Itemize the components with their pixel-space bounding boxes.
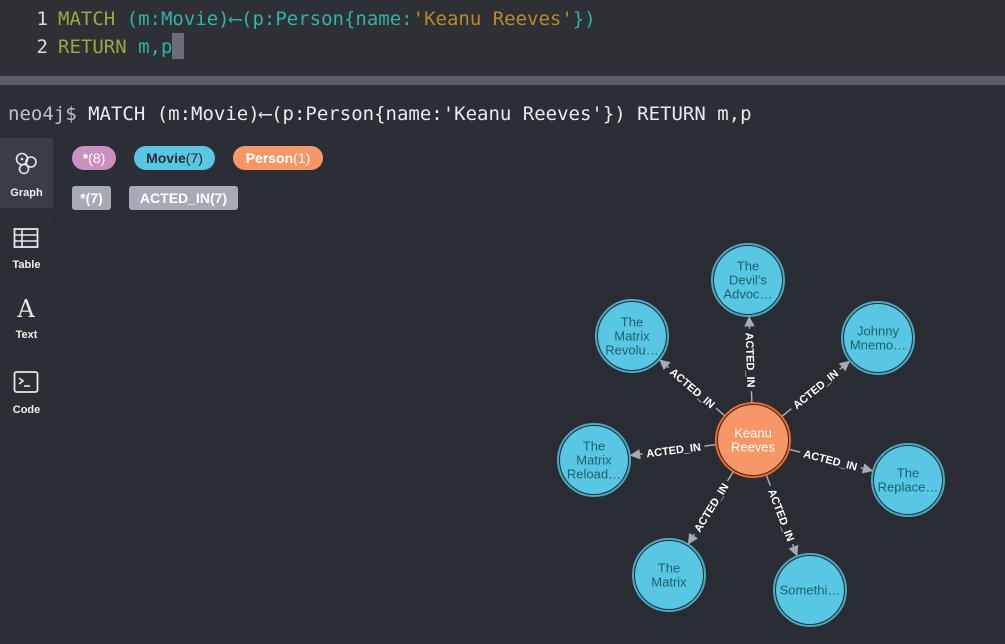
graph-visualization[interactable]: ACTED_INACTED_INACTED_INACTED_INACTED_IN…: [53, 218, 1005, 644]
legend-name: Movie: [146, 150, 186, 166]
relationship-label: ACTED_IN: [692, 481, 731, 534]
relationship-acted-in[interactable]: ACTED_IN: [781, 360, 851, 418]
relationship-arrow: [860, 463, 874, 474]
result-legend: *(8) Movie(7) Person(1) *(7) ACTED_IN(7): [53, 138, 1005, 218]
code-string: 'Keanu Reeves': [412, 8, 573, 30]
relationship-acted-in[interactable]: ACTED_IN: [788, 448, 874, 474]
graph-icon: [15, 152, 37, 175]
legend-name: Person: [245, 150, 294, 166]
prompt: neo4j$: [8, 103, 77, 125]
legend-count: (7): [85, 190, 103, 206]
relationship-acted-in[interactable]: ACTED_IN: [629, 442, 717, 461]
node-label-person[interactable]: Person(1): [233, 146, 323, 170]
command-line[interactable]: neo4j$ MATCH (m:Movie)⟵(p:Person{name:'K…: [8, 101, 752, 127]
line-number: 2: [36, 36, 48, 58]
code-keyword: RETURN: [58, 36, 127, 58]
code-icon: [13, 371, 39, 393]
sidebar-item-label: Code: [12, 404, 41, 416]
relationship-arrow: [788, 543, 799, 557]
legend-count: (8): [88, 150, 106, 166]
code-pattern: (m:Movie)⟵(p:Person{name:: [115, 8, 413, 30]
relationship-arrow: [659, 359, 671, 371]
relationship-type-all[interactable]: *(7): [72, 186, 111, 210]
code-pattern-end: }): [572, 8, 596, 30]
movie-node[interactable]: TheReplace…: [871, 443, 945, 517]
node-caption-line: Matrix: [614, 329, 650, 344]
relationship-line: [726, 471, 735, 482]
node-caption-line: The: [583, 439, 605, 454]
node-caption-line: Matrix: [576, 453, 612, 468]
relationship-label: ACTED_IN: [791, 368, 841, 412]
node-caption-line: Revolu…: [605, 343, 658, 358]
sidebar-item-label: Graph: [10, 187, 43, 199]
sidebar-item-table[interactable]: Table: [0, 218, 53, 288]
relationship-acted-in[interactable]: ACTED_IN: [765, 474, 799, 557]
sidebar-item-text[interactable]: A Text: [0, 288, 53, 358]
legend-count: (7): [185, 150, 203, 166]
code-return-values: m,p: [126, 36, 173, 58]
movie-node[interactable]: TheMatrixRevolu…: [595, 299, 669, 373]
node-caption-line: Reeves: [731, 440, 776, 455]
legend-count: (7): [209, 190, 228, 206]
code-keyword: MATCH: [58, 8, 116, 30]
node-caption-line: Advoc…: [723, 287, 772, 302]
relationship-acted-in[interactable]: ACTED_IN: [659, 359, 726, 417]
relationship-line: [781, 408, 792, 418]
relationship-arrow: [838, 360, 851, 372]
relationship-line: [788, 448, 801, 453]
relationship-arrow: [687, 532, 698, 545]
line-number: 1: [36, 8, 48, 30]
node-caption-line: The: [658, 561, 680, 576]
node-caption-line: Johnny: [857, 324, 899, 339]
relationship-acted-in[interactable]: ACTED_IN: [743, 315, 757, 404]
node-caption-line: Reload…: [567, 467, 621, 482]
node-caption-line: The: [621, 315, 643, 330]
sidebar-item-graph[interactable]: Graph: [0, 138, 53, 208]
text-cursor: [172, 33, 185, 59]
node-caption-line: Matrix: [651, 575, 687, 590]
person-node-keanu-reeves[interactable]: KeanuReeves: [715, 402, 791, 478]
svg-text:A: A: [16, 295, 35, 321]
relationship-label: ACTED_IN: [765, 488, 796, 544]
result-frame-header: neo4j$ MATCH (m:Movie)⟵(p:Person{name:'K…: [0, 92, 1005, 138]
node-caption-line: The: [737, 259, 759, 274]
node-caption-line: Somethi…: [780, 583, 841, 598]
movie-node[interactable]: TheMatrix: [632, 538, 706, 612]
relationship-acted-in[interactable]: ACTED_IN: [687, 471, 735, 545]
editor-line-2: 2 RETURN m,p: [0, 33, 185, 61]
movie-node[interactable]: JohnnyMnemo…: [841, 301, 915, 375]
sidebar-item-label: Text: [15, 329, 38, 341]
relationship-label: ACTED_IN: [743, 332, 757, 387]
text-icon: A: [16, 295, 35, 321]
node-caption-line: The: [897, 466, 919, 481]
node-caption-line: Keanu: [734, 426, 772, 441]
node-caption-line: Replace…: [878, 480, 939, 495]
legend-name: ACTED_IN: [139, 190, 210, 206]
table-icon: [13, 228, 39, 248]
sidebar-item-code[interactable]: Code: [0, 362, 53, 432]
movie-node[interactable]: TheMatrixReload…: [557, 423, 631, 497]
movie-node[interactable]: Somethi…: [773, 553, 847, 627]
relationship-line: [704, 443, 717, 447]
relationship-label: ACTED_IN: [646, 442, 702, 461]
node-label-all[interactable]: *(8): [72, 146, 116, 170]
relationship-type-acted-in[interactable]: ACTED_IN(7): [129, 186, 238, 210]
node-caption-line: Devil's: [729, 273, 767, 288]
node-caption-line: Mnemo…: [850, 338, 906, 353]
node-label-movie[interactable]: Movie(7): [134, 146, 215, 170]
relationship-label: ACTED_IN: [667, 366, 717, 411]
relationship-line: [715, 407, 726, 417]
view-sidebar: Graph Table A Text Code: [0, 138, 53, 644]
query-editor[interactable]: 1 MATCH (m:Movie)⟵(p:Person{name:'Keanu R…: [0, 0, 1005, 76]
executed-query: MATCH (m:Movie)⟵(p:Person{name:'Keanu Re…: [88, 103, 752, 125]
editor-line-1: 1 MATCH (m:Movie)⟵(p:Person{name:'Keanu R…: [0, 5, 596, 33]
graph-canvas[interactable]: ACTED_IN ACTED_IN ACTED_IN ACTED_IN ACTED_IN…: [53, 218, 1005, 644]
relationship-line: [765, 474, 772, 487]
legend-count: (1): [293, 150, 311, 166]
relationship-label: ACTED_IN: [802, 448, 858, 473]
sidebar-item-label: Table: [12, 259, 41, 271]
relationship-arrow: [629, 448, 643, 460]
movie-node[interactable]: TheDevil'sAdvoc…: [711, 243, 785, 317]
